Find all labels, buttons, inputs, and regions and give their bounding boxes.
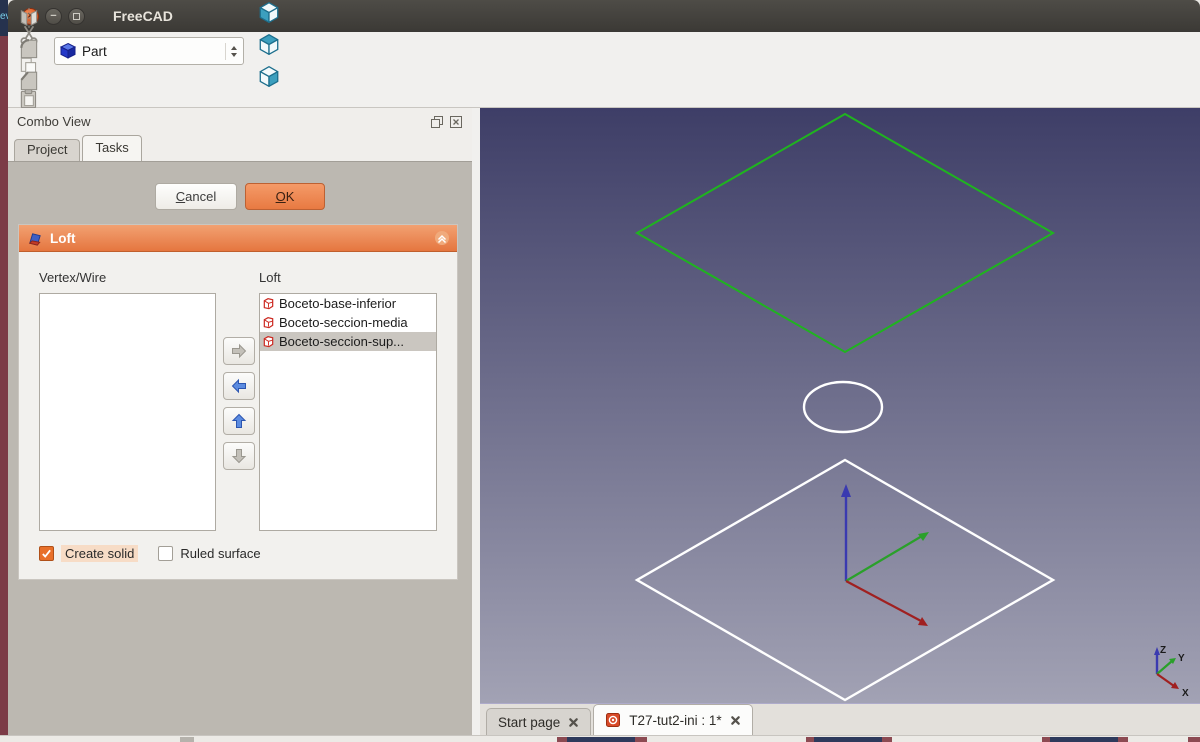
tasks-panel: Cancel OK Loft Verte xyxy=(8,161,472,735)
cancel-button[interactable]: Cancel xyxy=(155,183,237,210)
background-window-fragment xyxy=(1188,737,1200,742)
document-tab-label: T27-tut2-ini : 1* xyxy=(629,713,721,728)
loft-section-item-label: Boceto-seccion-sup... xyxy=(279,334,404,349)
top-view-icon[interactable] xyxy=(252,28,286,60)
dock-close-icon[interactable] xyxy=(449,115,463,129)
window-title: FreeCAD xyxy=(113,8,173,24)
combo-view-title: Combo View xyxy=(17,114,90,129)
toolbar-row-2 xyxy=(8,70,1200,108)
combo-view-tabs: ProjectTasks xyxy=(8,135,472,161)
right-view-icon[interactable] xyxy=(252,60,286,92)
loft-section-title: Loft xyxy=(50,231,75,246)
workbench-value: Part xyxy=(82,44,225,59)
screen: ev × − FreeCAD Part ? xyxy=(0,0,1200,742)
loft-section-item[interactable]: Boceto-base-inferior xyxy=(260,294,436,313)
background-window-fragment xyxy=(806,737,814,742)
ruled-surface-checkbox[interactable] xyxy=(158,546,173,561)
background-window-fragment xyxy=(635,737,647,742)
fillet-icon[interactable] xyxy=(12,34,46,66)
mirror-icon[interactable] xyxy=(12,2,46,34)
tab-tasks[interactable]: Tasks xyxy=(82,135,141,161)
document-tab[interactable]: T27-tut2-ini : 1* xyxy=(593,704,752,735)
loft-section-item[interactable]: Boceto-seccion-sup... xyxy=(260,332,436,351)
loft-section-item-label: Boceto-seccion-media xyxy=(279,315,408,330)
combo-view-panel: Combo View ProjectTasks Cancel OK xyxy=(8,108,472,735)
part-workbench-icon xyxy=(59,42,77,60)
sketch-icon xyxy=(262,316,275,329)
background-window-fragment xyxy=(814,737,882,742)
workbench-selector[interactable]: Part xyxy=(54,37,244,65)
tab-project[interactable]: Project xyxy=(14,139,80,161)
move-buttons xyxy=(223,337,255,470)
loft-task-icon xyxy=(26,230,43,247)
toolbar-area: Part ? xyxy=(8,32,1200,108)
front-view-icon[interactable] xyxy=(252,0,286,28)
loft-task-box: Loft Vertex/Wire Loft Boceto-base-inferi… xyxy=(18,224,458,580)
sketch-icon xyxy=(262,297,275,310)
loft-section-item[interactable]: Boceto-seccion-media xyxy=(260,313,436,332)
close-tab-icon[interactable] xyxy=(568,717,579,728)
background-window-fragment xyxy=(882,737,892,742)
dock-float-icon[interactable] xyxy=(430,115,444,129)
maximize-window-icon[interactable] xyxy=(68,8,85,25)
background-window-sliver: ev xyxy=(0,0,8,36)
loft-section-item-label: Boceto-base-inferior xyxy=(279,296,396,311)
sketch-icon xyxy=(262,335,275,348)
loft-list-label: Loft xyxy=(259,270,281,285)
create-solid-label: Create solid xyxy=(61,545,138,562)
loft-section-header[interactable]: Loft xyxy=(19,225,457,252)
background-desktop-sliver xyxy=(0,735,1200,742)
background-window-fragment xyxy=(1042,737,1050,742)
collapse-section-icon[interactable] xyxy=(434,230,450,246)
ok-button[interactable]: OK xyxy=(245,183,325,210)
background-sliver-text: ev xyxy=(0,11,8,22)
close-tab-icon[interactable] xyxy=(730,715,741,726)
background-window-fragment xyxy=(567,737,635,742)
move-right-button[interactable] xyxy=(223,337,255,365)
vertex-wire-label: Vertex/Wire xyxy=(39,270,106,285)
document-tabbar: Start page T27-tut2-ini : 1* xyxy=(480,703,1200,735)
ruled-surface-label: Ruled surface xyxy=(180,546,260,561)
loft-sections-list[interactable]: Boceto-base-inferior Boceto-seccion-media… xyxy=(259,293,437,531)
titlebar[interactable]: × − FreeCAD xyxy=(8,0,1200,32)
move-down-button[interactable] xyxy=(223,442,255,470)
axis-y-label: Y xyxy=(1178,653,1185,664)
vertex-wire-list[interactable] xyxy=(39,293,216,531)
viewport-background xyxy=(480,108,1200,703)
minimize-window-icon[interactable]: − xyxy=(45,8,62,25)
background-window-sliver-maroon xyxy=(0,36,8,735)
background-window-fragment xyxy=(1050,737,1118,742)
document-tab-label: Start page xyxy=(498,715,560,730)
move-left-button[interactable] xyxy=(223,372,255,400)
workbench-spinner[interactable] xyxy=(225,43,237,60)
toolbar-row-1: Part ? xyxy=(8,32,1200,70)
3d-viewport[interactable]: Z Y X xyxy=(480,108,1200,703)
chamfer-icon[interactable] xyxy=(12,66,46,98)
axis-z-label: Z xyxy=(1160,645,1166,656)
move-up-button[interactable] xyxy=(223,407,255,435)
background-window-fragment xyxy=(557,737,567,742)
background-window-fragment xyxy=(1118,737,1128,742)
freecad-window: × − FreeCAD Part ? xyxy=(8,0,1200,735)
background-window-fragment xyxy=(180,737,194,742)
create-solid-checkbox[interactable] xyxy=(39,546,54,561)
document-tab[interactable]: Start page xyxy=(486,708,591,735)
axis-x-label: X xyxy=(1182,688,1189,699)
